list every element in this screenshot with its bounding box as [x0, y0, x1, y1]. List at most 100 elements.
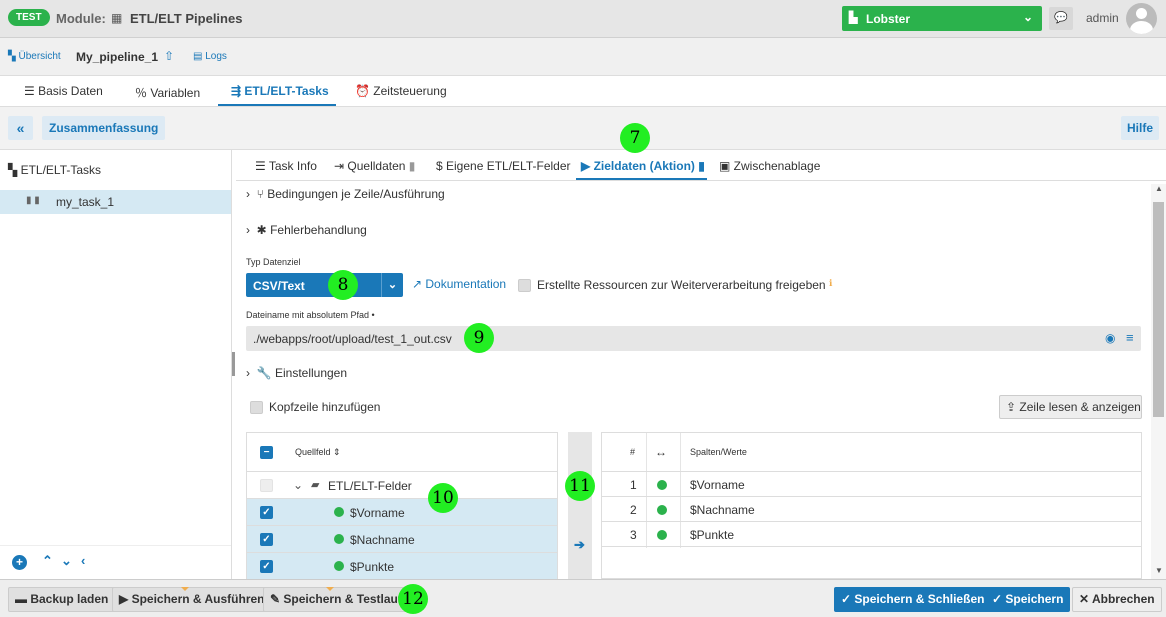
module-label: Module:: [56, 11, 106, 26]
documentation-link[interactable]: ↗ Dokumentation: [412, 277, 506, 291]
column-header[interactable]: Quellfeld ⇕: [295, 447, 341, 458]
upload-icon[interactable]: ⇧: [164, 49, 174, 63]
chevron-down-icon: ⌄: [381, 273, 403, 297]
sidebar-title: ▚ ETL/ELT-Tasks: [8, 163, 102, 177]
transfer-column: ➔: [568, 432, 592, 579]
factory-icon: ▙: [849, 12, 858, 24]
save-button[interactable]: ✓ Speichern: [985, 587, 1071, 612]
row-checkbox[interactable]: [260, 479, 273, 492]
status-dot: [657, 480, 667, 490]
tab-label: ETL/ELT-Tasks: [244, 84, 329, 98]
errors-section[interactable]: › ✱ Fehlerbehandlung: [246, 223, 367, 237]
resize-handle[interactable]: [232, 352, 235, 376]
save-test-button[interactable]: ✎ Speichern & Testlauf: [263, 587, 409, 612]
section-label: Fehlerbehandlung: [270, 223, 367, 237]
backup-load-button[interactable]: ▬ Backup laden: [8, 587, 116, 612]
path-label: Dateiname mit absolutem Pfad •: [246, 310, 375, 320]
add-task-button[interactable]: +: [12, 555, 27, 570]
scroll-up-icon[interactable]: ▲: [1155, 184, 1163, 193]
active-tab-indicator: [576, 178, 707, 180]
tab-label: Zwischenablage: [733, 159, 821, 173]
summary-button[interactable]: Zusammenfassung: [42, 116, 166, 140]
conditions-section[interactable]: › ⑂ Bedingungen je Zeile/Ausführung: [246, 187, 445, 201]
header-row-checkbox[interactable]: [250, 401, 263, 414]
table-row[interactable]: ✓ $Punkte: [247, 553, 557, 580]
row-checkbox[interactable]: ✓: [260, 506, 273, 519]
collapse-sidebar-button[interactable]: «: [8, 116, 33, 140]
row-checkbox[interactable]: ✓: [260, 533, 273, 546]
pipeline-bar: ▚ Übersicht My_pipeline_1 ⇧ ▤ Logs: [0, 38, 1166, 76]
move-up-icon[interactable]: ⌃: [42, 553, 53, 569]
save-close-button[interactable]: ✓ Speichern & Schließen: [834, 587, 992, 612]
main-tabs: ☰ Basis Daten ％ Variablen ⇶ ETL/ELT-Task…: [0, 76, 1166, 107]
scrollbar-thumb[interactable]: [1153, 202, 1164, 417]
tab-zeitsteuerung[interactable]: ⏰ Zeitsteuerung: [355, 84, 447, 98]
tenant-select[interactable]: ▙ Lobster ⌄: [842, 6, 1042, 31]
table-row[interactable]: ✓ $Nachname: [247, 526, 557, 553]
table-row[interactable]: ⌄ ▰ ETL/ELT-Felder: [247, 472, 557, 499]
status-dot: [334, 507, 344, 517]
help-button[interactable]: Hilfe: [1121, 116, 1160, 140]
direction-icon: ↔: [655, 445, 667, 459]
scroll-down-icon[interactable]: ▼: [1155, 566, 1163, 575]
backup-icon: ▬: [15, 592, 27, 606]
table-row[interactable]: 2 $Nachname: [602, 497, 1141, 522]
avatar[interactable]: [1126, 3, 1157, 34]
table-header: − Quellfeld ⇕: [247, 433, 557, 472]
tenant-label: Lobster: [866, 12, 911, 26]
tab-eigene-felder[interactable]: $ Eigene ETL/ELT-Felder: [436, 159, 571, 173]
tab-etl-tasks[interactable]: ⇶ ETL/ELT-Tasks: [231, 84, 329, 98]
folder-icon: ▰: [311, 479, 320, 491]
eye-icon[interactable]: ◉: [1105, 331, 1115, 345]
sidebar-item-my-task-1[interactable]: ▮ ▮ my_task_1: [0, 190, 231, 214]
top-bar: TEST Module: ▦ ETL/ELT Pipelines ▙ Lobst…: [0, 0, 1166, 38]
module-name: ETL/ELT Pipelines: [130, 11, 243, 26]
close-icon: ✕: [1079, 592, 1090, 606]
chat-icon: 💬: [1054, 12, 1068, 24]
arrow-right-icon[interactable]: ➔: [574, 537, 585, 553]
annotation-marker-9: 9: [464, 323, 494, 353]
expand-icon[interactable]: ⌄: [293, 478, 303, 492]
logs-link[interactable]: ▤ Logs: [193, 51, 227, 62]
chat-button[interactable]: 💬: [1049, 7, 1073, 30]
user-name[interactable]: admin: [1086, 11, 1119, 25]
tab-zieldaten[interactable]: ▶ Zieldaten (Aktion) ▮: [581, 159, 705, 173]
release-label: Erstellte Ressourcen zur Weiterverarbeit…: [537, 278, 832, 292]
branch-icon: ⑂: [256, 187, 264, 201]
path-input[interactable]: ./webapps/root/upload/test_1_out.csv ◉ ≡: [246, 326, 1141, 351]
overview-link[interactable]: ▚ Übersicht: [8, 51, 61, 62]
num-header: #: [630, 447, 636, 457]
collapse-left-icon[interactable]: ‹: [81, 553, 85, 568]
release-checkbox[interactable]: [518, 279, 531, 292]
save-run-button[interactable]: ▶ Speichern & Ausführen: [112, 587, 272, 612]
marker-triangle: [181, 587, 189, 591]
read-line-button[interactable]: ⇪ Zeile lesen & anzeigen: [999, 395, 1142, 419]
tab-zwischenablage[interactable]: ▣ Zwischenablage: [719, 159, 820, 173]
target-column-table: # ↔ Spalten/Werte 1 $Vorname 2 $Nachname…: [601, 432, 1142, 579]
tab-variablen[interactable]: ％ Variablen: [135, 84, 200, 101]
row-checkbox[interactable]: ✓: [260, 560, 273, 573]
tab-quelldaten[interactable]: ⇥ Quelldaten ▮: [334, 159, 415, 173]
target-type-select[interactable]: CSV/Text ⌄: [246, 273, 403, 297]
settings-section[interactable]: › 🔧 Einstellungen: [246, 366, 347, 380]
button-label: Speichern & Ausführen: [131, 592, 265, 606]
tab-task-info[interactable]: ☰ Task Info: [255, 159, 317, 173]
tab-basis-daten[interactable]: ☰ Basis Daten: [24, 84, 103, 98]
button-label: Speichern: [1005, 592, 1064, 606]
column-label: Quellfeld: [295, 447, 331, 457]
scrollbar[interactable]: ▲ ▼: [1151, 184, 1166, 579]
table-row[interactable]: ✓ $Vorname: [247, 499, 557, 526]
status-dot: [657, 530, 667, 540]
table-row[interactable]: 1 $Vorname: [602, 472, 1141, 497]
task-toolbar: « Zusammenfassung Hilfe: [0, 107, 1166, 150]
play-icon: ▶: [119, 592, 129, 606]
menu-icon[interactable]: ≡: [1126, 330, 1134, 345]
status-dot: [334, 561, 344, 571]
move-down-icon[interactable]: ⌄: [61, 553, 72, 569]
button-label: Abbrechen: [1091, 592, 1155, 606]
wrench-icon: 🔧: [256, 366, 272, 380]
table-row[interactable]: 3 $Punkte: [602, 522, 1141, 547]
tab-label: Task Info: [268, 159, 317, 173]
cancel-button[interactable]: ✕ Abbrechen: [1072, 587, 1162, 612]
select-all-checkbox[interactable]: −: [260, 446, 273, 459]
